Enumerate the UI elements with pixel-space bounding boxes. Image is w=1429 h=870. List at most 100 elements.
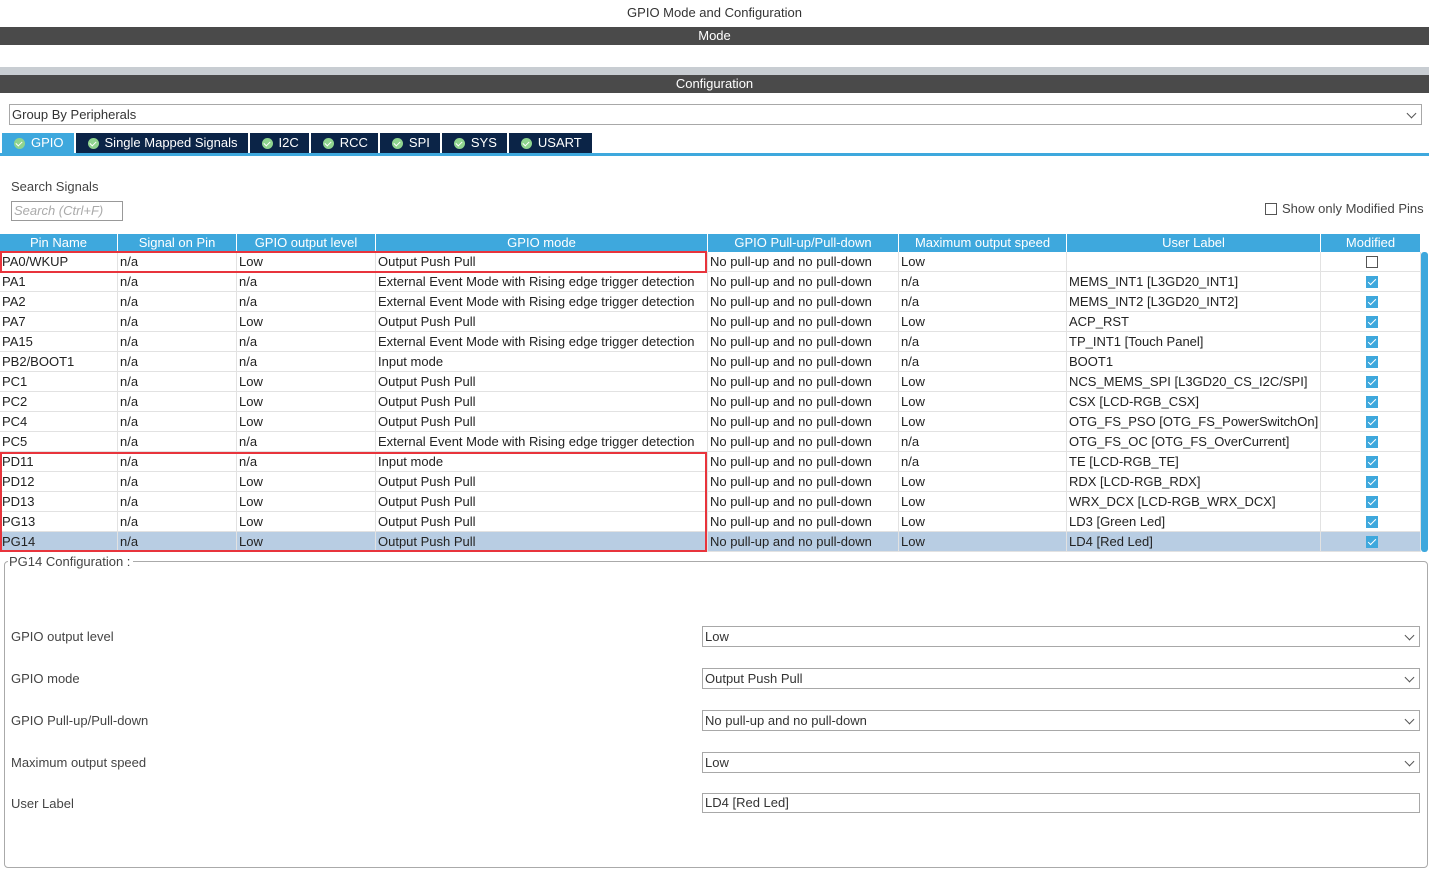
table-scrollbar[interactable] [1421, 252, 1428, 552]
checked-checkbox-icon[interactable] [1365, 315, 1378, 328]
cell-mode: External Event Mode with Rising edge tri… [376, 292, 708, 311]
checked-checkbox-icon[interactable] [1365, 515, 1378, 528]
cell-level: n/a [237, 432, 376, 451]
cell-pull: No pull-up and no pull-down [708, 512, 899, 531]
column-header-gpio-pull-up-pull-down[interactable]: GPIO Pull-up/Pull-down [708, 234, 898, 252]
cell-label: OTG_FS_PSO [OTG_FS_PowerSwitchOn] [1067, 412, 1321, 431]
checked-checkbox-icon[interactable] [1365, 455, 1378, 468]
cell-level: Low [237, 412, 376, 431]
chevron-down-icon [1406, 108, 1417, 119]
column-header-signal-on-pin[interactable]: Signal on Pin [118, 234, 236, 252]
checked-checkbox-icon[interactable] [1365, 535, 1378, 548]
config-value: Low [705, 629, 729, 644]
mode-header[interactable]: Mode [0, 27, 1429, 45]
cell-pull: No pull-up and no pull-down [708, 472, 899, 491]
checked-checkbox-icon[interactable] [1365, 355, 1378, 368]
cell-speed: Low [899, 312, 1067, 331]
show-modified-label: Show only Modified Pins [1282, 201, 1424, 216]
config-select[interactable]: Low [702, 752, 1420, 773]
cell-speed: Low [899, 512, 1067, 531]
cell-label: CSX [LCD-RGB_CSX] [1067, 392, 1321, 411]
cell-pull: No pull-up and no pull-down [708, 372, 899, 391]
tab-spi[interactable]: SPI [379, 133, 440, 153]
checked-checkbox-icon[interactable] [1365, 295, 1378, 308]
column-header-maximum-output-speed[interactable]: Maximum output speed [899, 234, 1066, 252]
column-header-user-label[interactable]: User Label [1067, 234, 1320, 252]
show-modified-toggle[interactable]: Show only Modified Pins [1265, 201, 1424, 216]
cell-speed: n/a [899, 292, 1067, 311]
checked-checkbox-icon[interactable] [1365, 435, 1378, 448]
cell-modified [1321, 272, 1421, 291]
cell-label: NCS_MEMS_SPI [L3GD20_CS_I2C/SPI] [1067, 372, 1321, 391]
table-row[interactable]: PC2 n/a Low Output Push Pull No pull-up and … [0, 392, 1421, 412]
tab-rcc[interactable]: RCC [310, 133, 378, 153]
table-row[interactable]: PA1 n/a n/a External Event Mode with Rising… [0, 272, 1421, 292]
cell-speed: n/a [899, 272, 1067, 291]
column-header-modified[interactable]: Modified [1321, 234, 1420, 252]
column-header-pin-name[interactable]: Pin Name [0, 234, 117, 252]
group-by-select[interactable]: Group By Peripherals [9, 104, 1422, 125]
cell-pin: PA7 [0, 312, 118, 331]
check-circle-icon [14, 137, 25, 149]
table-row[interactable]: PB2/BOOT1 n/a n/a Input mode No pull-up and … [0, 352, 1421, 372]
table-row[interactable]: PC1 n/a Low Output Push Pull No pull-up and … [0, 372, 1421, 392]
tab-usart[interactable]: USART [508, 133, 592, 153]
cell-modified [1321, 332, 1421, 351]
check-circle-icon [520, 137, 532, 149]
check-circle-icon [453, 137, 465, 149]
cell-level: Low [237, 372, 376, 391]
cell-modified [1321, 432, 1421, 451]
cell-mode: Output Push Pull [376, 392, 708, 411]
table-row[interactable]: PA2 n/a n/a External Event Mode with Rising… [0, 292, 1421, 312]
cell-modified [1321, 452, 1421, 471]
unchecked-checkbox-icon[interactable] [1365, 255, 1378, 268]
config-label: GPIO mode [11, 671, 80, 686]
search-input[interactable]: Search (Ctrl+F) [11, 201, 123, 221]
highlight-box-led-pins [0, 452, 707, 552]
show-modified-checkbox[interactable] [1265, 202, 1277, 215]
config-label: GPIO Pull-up/Pull-down [11, 713, 149, 728]
config-text-input[interactable]: LD4 [Red Led] [702, 793, 1420, 813]
table-row[interactable]: PC5 n/a n/a External Event Mode with Rising… [0, 432, 1421, 452]
checked-checkbox-icon[interactable] [1365, 395, 1378, 408]
config-value: No pull-up and no pull-down [705, 713, 867, 728]
checked-checkbox-icon[interactable] [1365, 335, 1378, 348]
cell-modified [1321, 252, 1421, 271]
cell-pull: No pull-up and no pull-down [708, 532, 899, 551]
table-row[interactable]: PA7 n/a Low Output Push Pull No pull-up and … [0, 312, 1421, 332]
cell-mode: Output Push Pull [376, 312, 708, 331]
tab-single-mapped-signals[interactable]: Single Mapped Signals [75, 133, 248, 153]
cell-level: n/a [237, 292, 376, 311]
peripheral-tabs: GPIO Single Mapped Signals I2C RCC SPI SYS USA… [2, 133, 594, 153]
cell-speed: n/a [899, 432, 1067, 451]
column-header-gpio-output-level[interactable]: GPIO output level [237, 234, 375, 252]
column-header-gpio-mode[interactable]: GPIO mode [376, 234, 707, 252]
cell-level: Low [237, 312, 376, 331]
checked-checkbox-icon[interactable] [1365, 415, 1378, 428]
cell-label: RDX [LCD-RGB_RDX] [1067, 472, 1321, 491]
cell-modified [1321, 372, 1421, 391]
checked-checkbox-icon[interactable] [1365, 375, 1378, 388]
checked-checkbox-icon[interactable] [1365, 475, 1378, 488]
cell-signal: n/a [118, 412, 237, 431]
checked-checkbox-icon[interactable] [1365, 495, 1378, 508]
cell-pin: PB2/BOOT1 [0, 352, 118, 371]
tab-sys[interactable]: SYS [441, 133, 507, 153]
configuration-header[interactable]: Configuration [0, 75, 1429, 93]
checked-checkbox-icon[interactable] [1365, 275, 1378, 288]
config-label: Maximum output speed [11, 755, 147, 770]
cell-modified [1321, 352, 1421, 371]
config-select[interactable]: Output Push Pull [702, 668, 1420, 689]
cell-label: MEMS_INT2 [L3GD20_INT2] [1067, 292, 1321, 311]
config-select[interactable]: No pull-up and no pull-down [702, 710, 1420, 731]
cell-speed: Low [899, 372, 1067, 391]
tab-gpio[interactable]: GPIO [2, 133, 74, 153]
cell-modified [1321, 472, 1421, 491]
cell-signal: n/a [118, 392, 237, 411]
table-row[interactable]: PA15 n/a n/a External Event Mode with Risin… [0, 332, 1421, 352]
config-select[interactable]: Low [702, 626, 1420, 647]
cell-label: BOOT1 [1067, 352, 1321, 371]
table-row[interactable]: PC4 n/a Low Output Push Pull No pull-up and … [0, 412, 1421, 432]
cell-label: LD3 [Green Led] [1067, 512, 1321, 531]
tab-i2c[interactable]: I2C [249, 133, 309, 153]
